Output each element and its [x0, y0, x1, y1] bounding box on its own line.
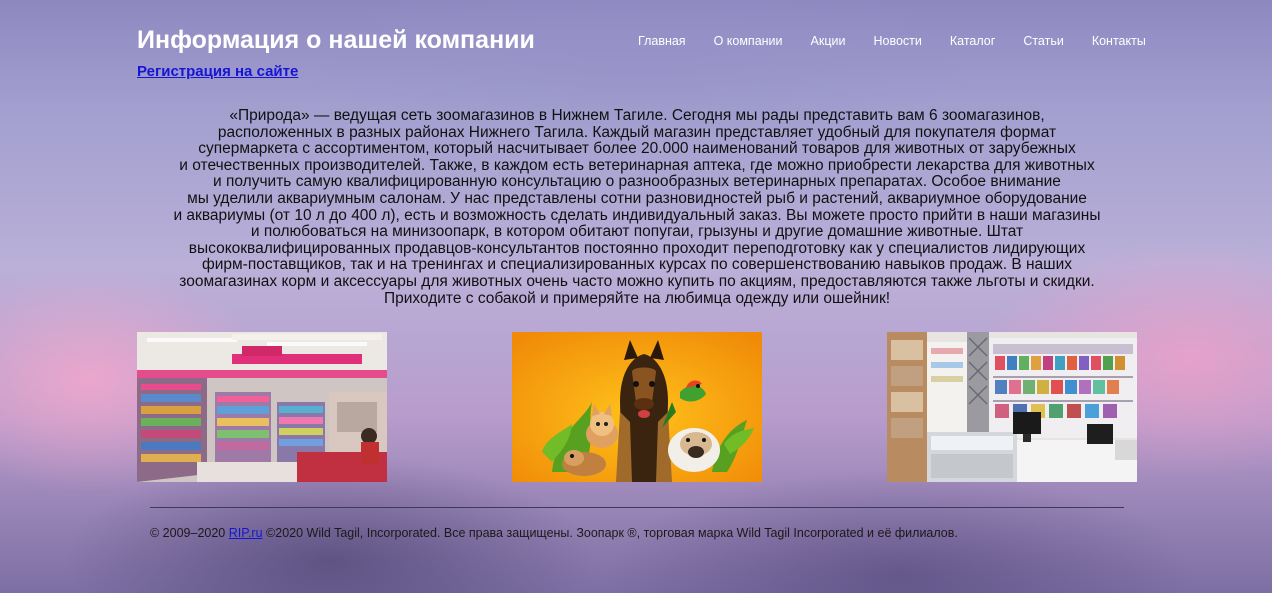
description-line: фирм-поставщиков, так и на тренингах и с… [201, 256, 1072, 274]
description-line: супермаркета с ассортиментом, который на… [198, 140, 1076, 158]
description-line: и отечественных производителей. Также, в… [179, 156, 1095, 174]
nav-item-news[interactable]: Новости [873, 34, 921, 48]
description-line: зоомагазинах корм и аксессуары для живот… [179, 272, 1095, 290]
nav-item-articles[interactable]: Статьи [1023, 34, 1064, 48]
description-line: мы уделили аквариумным салонам. У нас пр… [187, 189, 1087, 207]
main-nav: Главная О компании Акции Новости Каталог… [638, 34, 1146, 48]
description-line: «Природа» — ведущая сеть зоомагазинов в … [229, 107, 1045, 124]
nav-item-contacts[interactable]: Контакты [1092, 34, 1146, 48]
nav-item-promotions[interactable]: Акции [811, 34, 846, 48]
site-header: Информация о нашей компании Регистрация … [137, 26, 1146, 86]
copyright-prefix: © 2009–2020 [150, 526, 229, 540]
company-description: «Природа» — ведущая сеть зоомагазинов в … [137, 107, 1137, 307]
store-interior-photo [137, 332, 387, 482]
nav-item-about[interactable]: О компании [714, 34, 783, 48]
registration-link[interactable]: Регистрация на сайте [137, 63, 298, 80]
description-line: высококвалифицированных продавцов-консул… [188, 239, 1086, 257]
description-line: Приходите с собакой и примеряйте на люби… [383, 289, 891, 307]
nav-item-catalog[interactable]: Каталог [950, 34, 995, 48]
rip-link[interactable]: RIP.ru [229, 526, 263, 540]
pets-photo [512, 332, 762, 482]
description-line: и аквариумы (от 10 л до 400 л), есть и в… [173, 206, 1101, 224]
description-line: расположенных в разных районах Нижнего Т… [217, 123, 1057, 141]
footer-divider [150, 507, 1124, 508]
footer: © 2009–2020 RIP.ru ©2020 Wild Tagil, Inc… [150, 526, 958, 540]
copyright-text: ©2020 Wild Tagil, Incorporated. Все прав… [262, 526, 958, 540]
store-counter-photo [887, 332, 1137, 482]
description-line: и полюбоваться на минизоопарк, в котором… [250, 223, 1024, 241]
nav-item-home[interactable]: Главная [638, 34, 686, 48]
description-line: и получить самую квалифицированную консу… [213, 173, 1061, 191]
page-title: Информация о нашей компании [137, 26, 535, 54]
